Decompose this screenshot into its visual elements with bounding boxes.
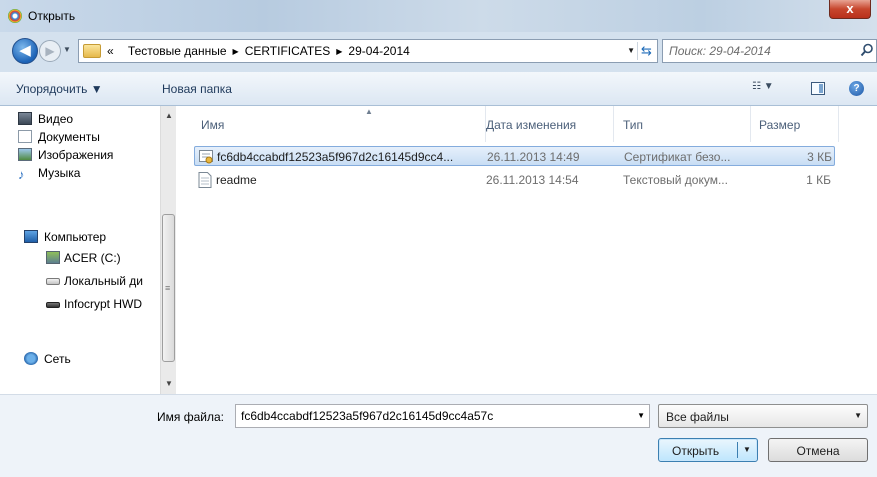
- change-view-icon[interactable]: ☷ ▼: [752, 81, 788, 97]
- sidebar-item-label: Видео: [38, 112, 74, 126]
- navigation-pane: Видео Документы Изображения ♪ Музыка Комп…: [0, 106, 176, 394]
- command-bar: Упорядочить ▼ Новая папка ☷ ▼ ?: [0, 72, 877, 106]
- filename-input[interactable]: [241, 406, 626, 426]
- sidebar-item-label: Сеть: [44, 352, 71, 366]
- column-header-size[interactable]: Размер: [759, 106, 839, 142]
- navigation-bar: ◀ ▶ ▼ « Тестовые данные ▶ CERTIFICATES ▶ 29-…: [0, 32, 877, 72]
- video-icon: [18, 112, 32, 125]
- cancel-button[interactable]: Отмена: [768, 438, 868, 462]
- preview-pane-icon[interactable]: [811, 82, 825, 95]
- drive-icon: [46, 302, 60, 308]
- nav-pane-scrollbar[interactable]: ▲ ▼: [160, 106, 176, 394]
- help-icon[interactable]: ?: [849, 81, 864, 96]
- file-type: Сертификат безо...: [624, 150, 731, 164]
- filetype-value: Все файлы: [666, 410, 729, 424]
- file-name: readme: [216, 173, 257, 187]
- breadcrumb-item[interactable]: CERTIFICATES: [245, 44, 331, 58]
- file-size: 3 КБ: [807, 150, 832, 164]
- split-divider: [737, 442, 738, 458]
- breadcrumb-item[interactable]: 29-04-2014: [348, 44, 409, 58]
- breadcrumb: « Тестовые данные ▶ CERTIFICATES ▶ 29-04-201…: [107, 44, 410, 58]
- column-name-label: Имя: [201, 118, 225, 132]
- sidebar-item-video[interactable]: Видео: [18, 112, 158, 130]
- column-date-label: Дата изменения: [486, 118, 577, 132]
- documents-icon: [18, 130, 32, 143]
- music-icon: ♪: [18, 167, 25, 182]
- breadcrumb-overflow[interactable]: «: [107, 44, 114, 58]
- drive-icon: [46, 278, 60, 285]
- breadcrumb-arrow-icon[interactable]: ▶: [336, 47, 342, 56]
- table-row[interactable]: readme 26.11.2013 14:54 Текстовый докум.…: [194, 170, 835, 190]
- file-size: 1 КБ: [806, 173, 831, 187]
- filename-combobox[interactable]: ▼: [235, 404, 650, 428]
- open-button[interactable]: Открыть ▼: [658, 438, 758, 462]
- scroll-up-icon[interactable]: ▲: [161, 108, 177, 124]
- sidebar-item-network[interactable]: Сеть: [24, 352, 164, 370]
- open-dropdown-icon[interactable]: ▼: [743, 445, 751, 454]
- sidebar-item-computer[interactable]: Компьютер: [24, 230, 164, 248]
- chrome-icon: [8, 9, 22, 23]
- breadcrumb-item[interactable]: Тестовые данные: [128, 44, 227, 58]
- address-dropdown-icon[interactable]: ▼: [627, 46, 635, 55]
- file-date: 26.11.2013 14:49: [487, 150, 580, 164]
- forward-button[interactable]: ▶: [39, 40, 61, 62]
- cancel-button-label: Отмена: [796, 444, 840, 458]
- sidebar-item-label: Компьютер: [44, 230, 107, 244]
- pictures-icon: [18, 148, 32, 161]
- sidebar-item-label: Музыка: [38, 166, 81, 180]
- column-header-type[interactable]: Тип: [623, 106, 751, 142]
- close-button[interactable]: x: [829, 0, 871, 19]
- sidebar-item-music[interactable]: ♪ Музыка: [18, 166, 158, 184]
- text-file-icon: [198, 172, 212, 188]
- file-type: Текстовый докум...: [623, 173, 728, 187]
- table-row[interactable]: fc6db4ccabdf12523a5f967d2c16145d9cc4... …: [194, 146, 835, 166]
- file-list: Имя ▲ Дата изменения Тип Размер fc6db4cc…: [177, 106, 877, 394]
- filename-label: Имя файла:: [157, 410, 224, 424]
- scroll-down-icon[interactable]: ▼: [161, 376, 177, 392]
- network-icon: [24, 352, 38, 365]
- scrollbar-thumb[interactable]: [162, 214, 175, 362]
- search-input[interactable]: [669, 41, 849, 61]
- certificate-icon: [199, 150, 213, 164]
- folder-icon: [83, 44, 101, 58]
- sidebar-item-pictures[interactable]: Изображения: [18, 148, 158, 166]
- open-button-label: Открыть: [672, 444, 720, 458]
- column-header-date[interactable]: Дата изменения: [486, 106, 614, 142]
- column-size-label: Размер: [759, 118, 801, 132]
- back-button[interactable]: ◀: [12, 38, 38, 64]
- drive-icon: [46, 251, 60, 264]
- search-icon[interactable]: [860, 43, 874, 57]
- computer-icon: [24, 230, 38, 243]
- refresh-icon[interactable]: ⇆: [637, 42, 655, 60]
- dialog-footer: Имя файла: ▼ Все файлы ▼ Открыть ▼ Отмен…: [0, 394, 877, 477]
- column-type-label: Тип: [623, 118, 644, 132]
- organize-button[interactable]: Упорядочить ▼: [16, 82, 103, 96]
- column-header-name[interactable]: Имя ▲: [201, 106, 486, 142]
- sidebar-item-label: Изображения: [38, 148, 114, 162]
- sidebar-item-label: Infocrypt HWD: [64, 297, 143, 311]
- file-name: fc6db4ccabdf12523a5f967d2c16145d9cc4...: [217, 150, 454, 164]
- search-box[interactable]: [662, 39, 877, 63]
- recent-pages-chevron-icon[interactable]: ▼: [63, 45, 73, 55]
- sidebar-item-documents[interactable]: Документы: [18, 130, 158, 148]
- new-folder-button[interactable]: Новая папка: [162, 82, 232, 96]
- filename-dropdown-icon[interactable]: ▼: [637, 411, 645, 420]
- sort-ascending-icon: ▲: [365, 107, 373, 116]
- file-date: 26.11.2013 14:54: [486, 173, 579, 187]
- sidebar-item-label: Локальный ди: [64, 274, 143, 288]
- sidebar-item-label: Документы: [38, 130, 100, 144]
- chevron-down-icon: ▼: [854, 411, 862, 420]
- title-bar: Открыть x: [0, 0, 877, 32]
- sidebar-item-label: ACER (C:): [64, 251, 121, 265]
- breadcrumb-arrow-icon[interactable]: ▶: [233, 47, 239, 56]
- window-title: Открыть: [28, 9, 76, 23]
- filetype-select[interactable]: Все файлы ▼: [658, 404, 868, 428]
- address-bar[interactable]: « Тестовые данные ▶ CERTIFICATES ▶ 29-04-201…: [78, 39, 658, 63]
